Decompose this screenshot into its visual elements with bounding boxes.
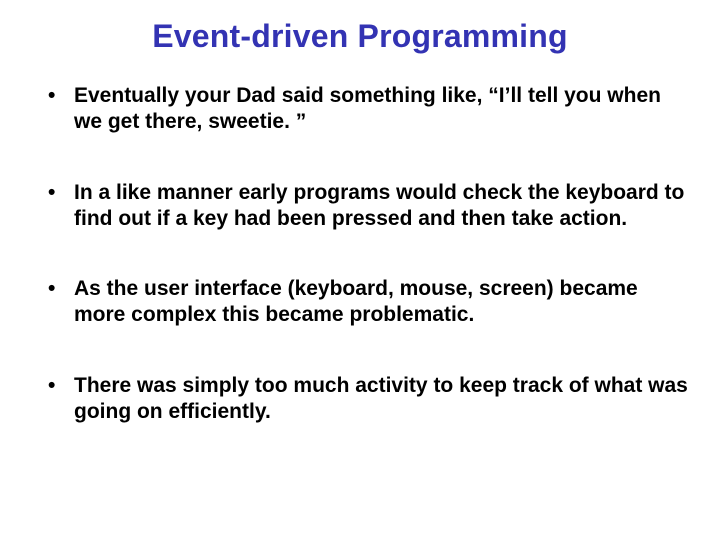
bullet-item: There was simply too much activity to ke… [40,373,690,426]
slide: Event-driven Programming Eventually your… [0,0,720,540]
bullet-item: In a like manner early programs would ch… [40,180,690,233]
slide-title: Event-driven Programming [30,18,690,55]
bullet-item: Eventually your Dad said something like,… [40,83,690,136]
bullet-list: Eventually your Dad said something like,… [40,83,690,425]
bullet-item: As the user interface (keyboard, mouse, … [40,276,690,329]
